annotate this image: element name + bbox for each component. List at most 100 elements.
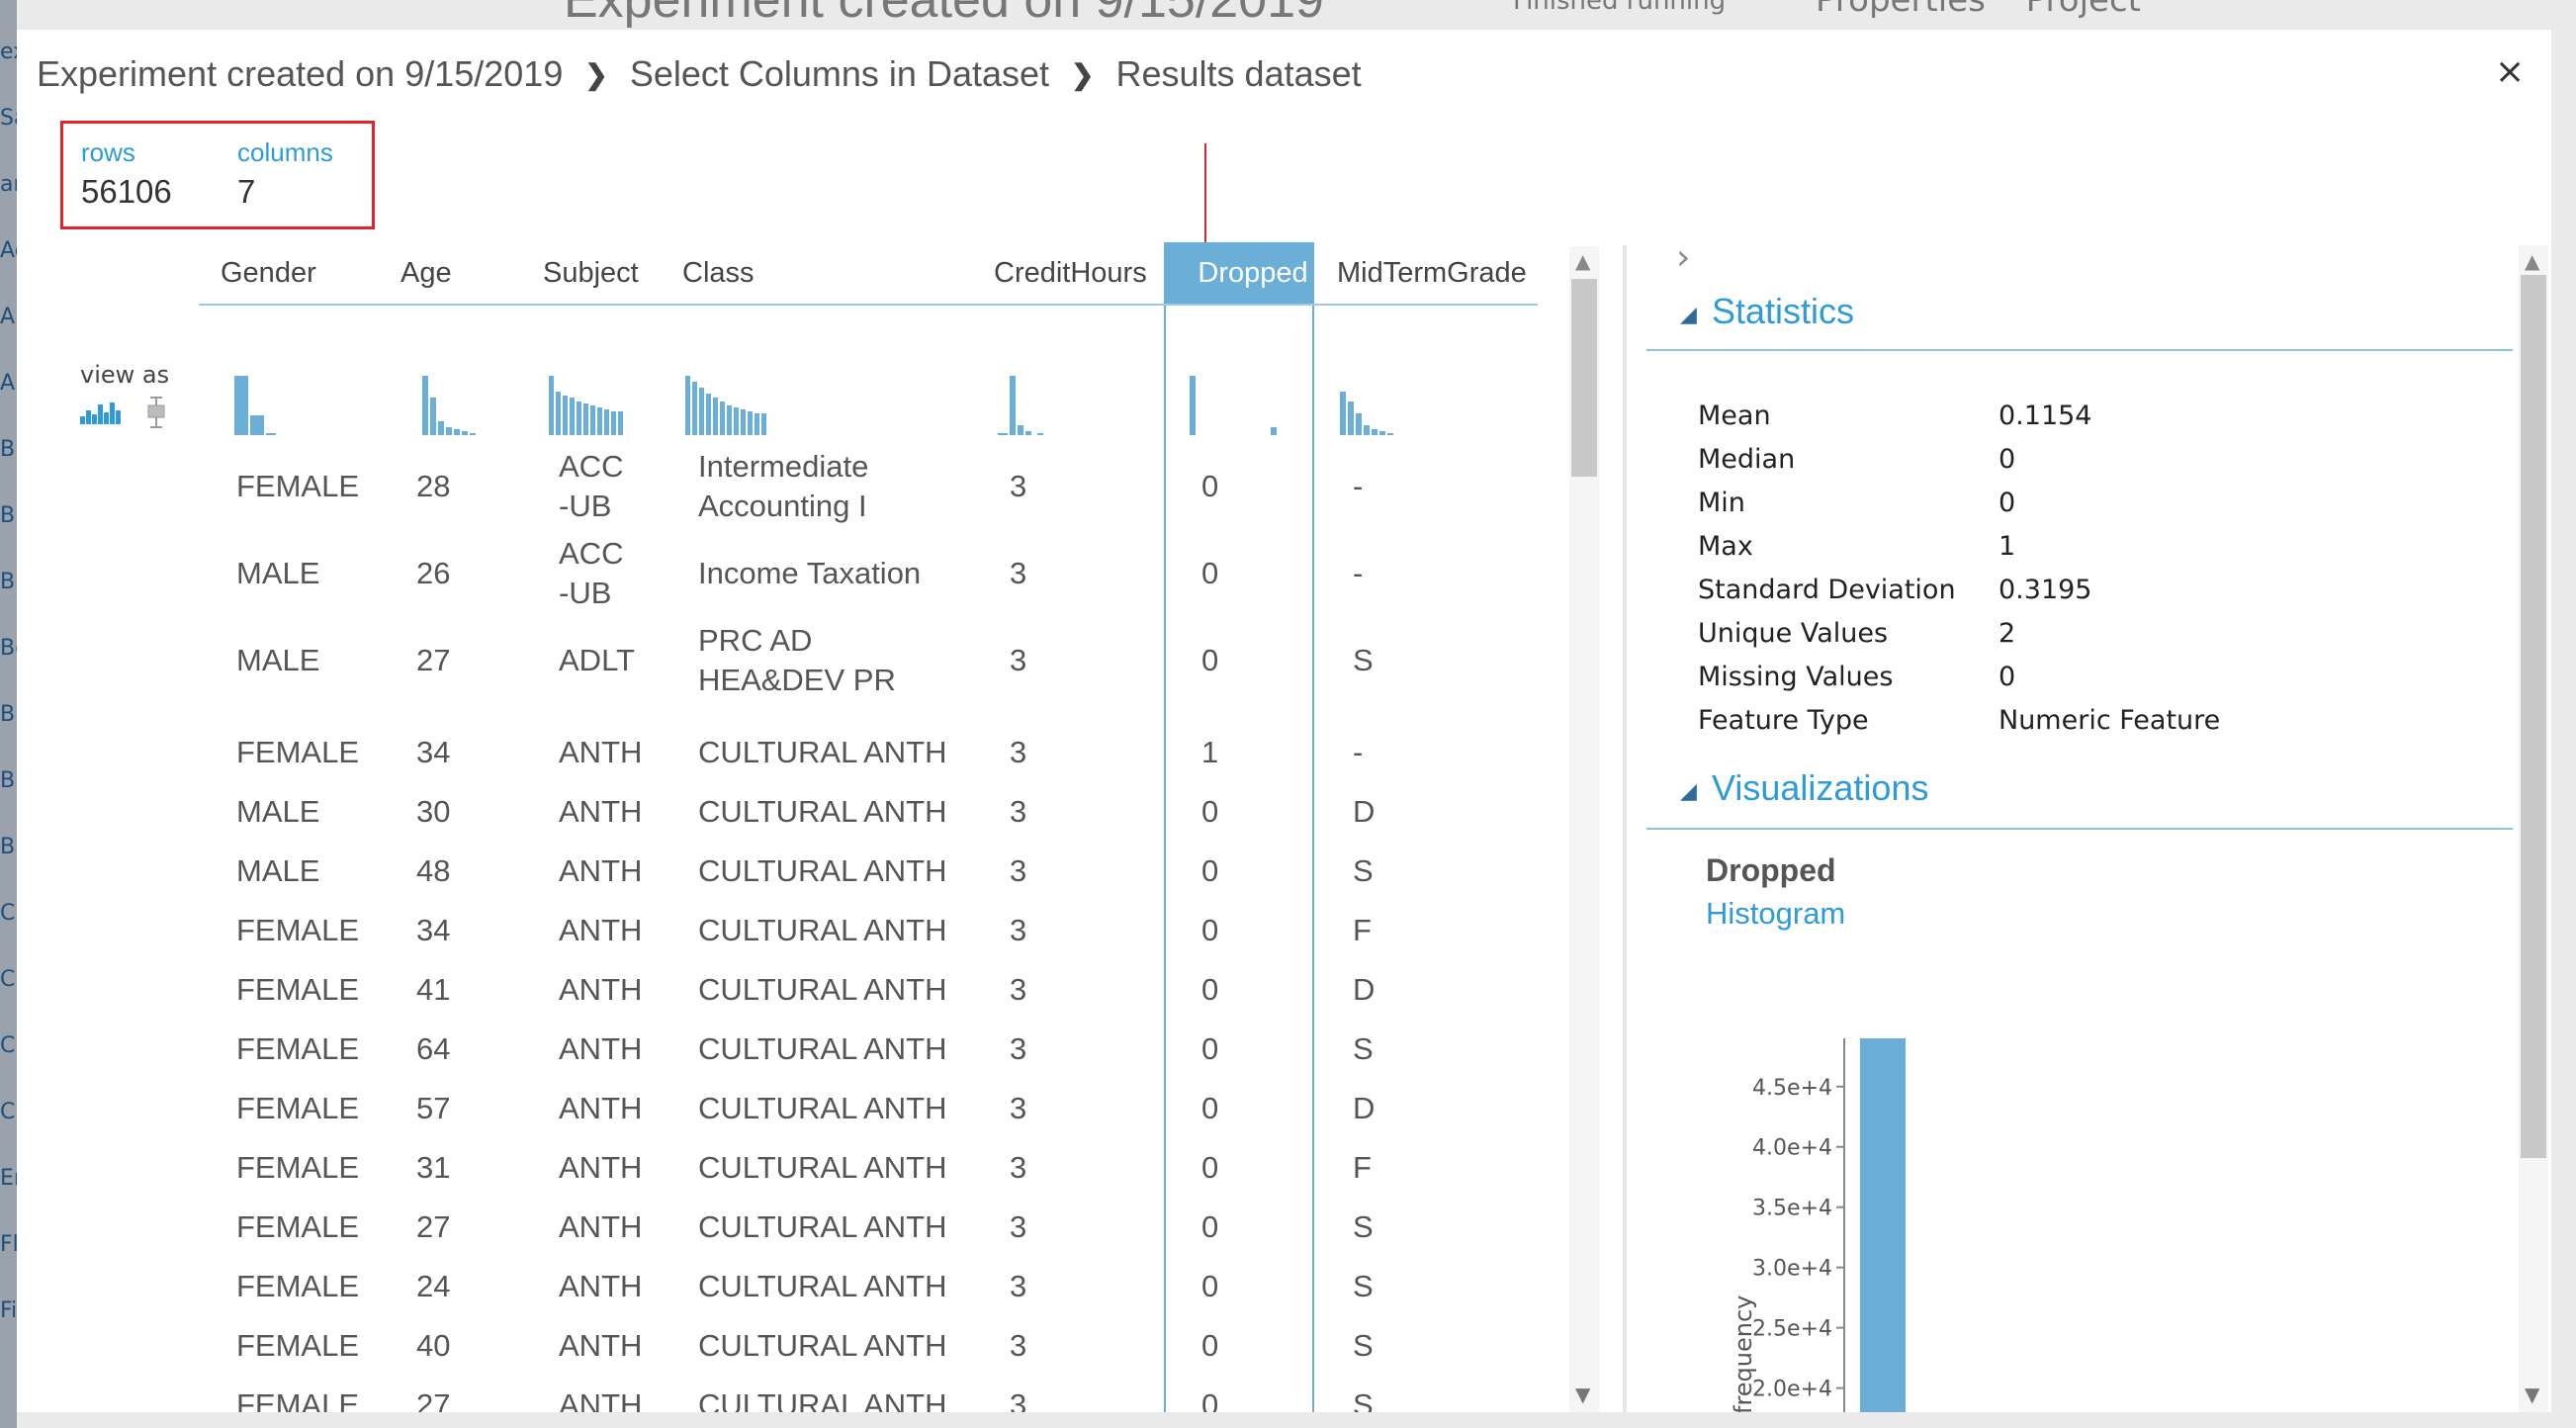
table-cell-dropped[interactable]: 0 xyxy=(1201,1267,1218,1306)
table-cell-age[interactable]: 31 xyxy=(416,1148,450,1188)
table-cell-age[interactable]: 34 xyxy=(416,733,450,772)
table-cell-midtermgrade[interactable]: F xyxy=(1353,1148,1372,1188)
table-cell-subject[interactable]: ANTH xyxy=(559,1089,642,1128)
table-cell-gender[interactable]: FEMALE xyxy=(236,1207,359,1247)
column-header-age[interactable]: Age xyxy=(400,242,452,304)
table-cell-credithours[interactable]: 3 xyxy=(1010,1029,1026,1069)
table-cell-age[interactable]: 40 xyxy=(416,1326,450,1366)
table-cell-gender[interactable]: FEMALE xyxy=(236,467,359,506)
table-cell-credithours[interactable]: 3 xyxy=(1010,911,1026,950)
table-cell-credithours[interactable]: 3 xyxy=(1010,1385,1026,1412)
column-header-dropped[interactable]: Dropped xyxy=(1184,242,1322,304)
table-cell-subject[interactable]: ANTH xyxy=(559,970,642,1010)
table-cell-class[interactable]: CULTURAL ANTH xyxy=(698,1148,946,1188)
table-cell-gender[interactable]: FEMALE xyxy=(236,1267,359,1306)
table-cell-credithours[interactable]: 3 xyxy=(1010,1089,1026,1128)
table-cell-subject[interactable]: ANTH xyxy=(559,1029,642,1069)
table-cell-credithours[interactable]: 3 xyxy=(1010,1207,1026,1247)
table-cell-age[interactable]: 48 xyxy=(416,851,450,891)
table-cell-subject[interactable]: ANTH xyxy=(559,733,642,772)
table-cell-age[interactable]: 27 xyxy=(416,1385,450,1412)
table-cell-midtermgrade[interactable]: F xyxy=(1353,911,1372,950)
table-cell-subject[interactable]: ANTH xyxy=(559,1148,642,1188)
table-cell-dropped[interactable]: 0 xyxy=(1201,641,1218,680)
table-cell-dropped[interactable]: 0 xyxy=(1201,1148,1218,1188)
table-cell-class[interactable]: CULTURAL ANTH xyxy=(698,1267,946,1306)
scroll-down-icon[interactable]: ▼ xyxy=(2525,1383,2539,1406)
mini-histogram[interactable] xyxy=(422,376,531,435)
table-cell-class[interactable]: Income Taxation xyxy=(698,554,921,593)
table-cell-subject[interactable]: ANTH xyxy=(559,911,642,950)
table-cell-credithours[interactable]: 3 xyxy=(1010,970,1026,1010)
column-header-subject[interactable]: Subject xyxy=(543,242,639,304)
table-cell-midtermgrade[interactable]: - xyxy=(1353,733,1363,772)
table-cell-credithours[interactable]: 3 xyxy=(1010,792,1026,832)
table-cell-credithours[interactable]: 3 xyxy=(1010,467,1026,506)
scroll-up-icon[interactable]: ▲ xyxy=(2525,249,2539,273)
table-cell-gender[interactable]: MALE xyxy=(236,554,319,593)
table-cell-midtermgrade[interactable]: S xyxy=(1353,1267,1374,1306)
table-cell-gender[interactable]: MALE xyxy=(236,792,319,832)
table-cell-class[interactable]: CULTURAL ANTH xyxy=(698,911,946,950)
table-cell-dropped[interactable]: 0 xyxy=(1201,851,1218,891)
table-cell-class[interactable]: PRC AD HEA&DEV PR xyxy=(698,621,965,700)
mini-histogram[interactable] xyxy=(998,376,1107,435)
collapse-triangle-icon[interactable]: ◢ xyxy=(1680,779,1697,804)
histogram-view-icon[interactable] xyxy=(80,401,124,428)
table-cell-midtermgrade[interactable]: D xyxy=(1353,970,1375,1010)
mini-histogram[interactable] xyxy=(1190,376,1298,435)
table-cell-subject[interactable]: ADLT xyxy=(559,641,635,680)
table-cell-dropped[interactable]: 0 xyxy=(1201,1385,1218,1412)
table-cell-gender[interactable]: FEMALE xyxy=(236,1148,359,1188)
table-cell-credithours[interactable]: 3 xyxy=(1010,733,1026,772)
table-cell-midtermgrade[interactable]: S xyxy=(1353,1029,1374,1069)
column-header-gender[interactable]: Gender xyxy=(221,242,316,304)
table-cell-age[interactable]: 41 xyxy=(416,970,450,1010)
table-cell-dropped[interactable]: 1 xyxy=(1201,733,1218,772)
table-cell-class[interactable]: CULTURAL ANTH xyxy=(698,970,946,1010)
table-cell-midtermgrade[interactable]: D xyxy=(1353,1089,1375,1128)
table-cell-gender[interactable]: MALE xyxy=(236,641,319,680)
breadcrumb-experiment[interactable]: Experiment created on 9/15/2019 xyxy=(37,53,563,95)
scroll-up-icon[interactable]: ▲ xyxy=(1575,249,1590,273)
scroll-down-icon[interactable]: ▼ xyxy=(1575,1383,1590,1406)
column-header-credithours[interactable]: CreditHours xyxy=(994,242,1147,304)
table-cell-credithours[interactable]: 3 xyxy=(1010,641,1026,680)
table-cell-credithours[interactable]: 3 xyxy=(1010,851,1026,891)
table-cell-subject[interactable]: ACC-UB xyxy=(559,534,630,613)
table-cell-midtermgrade[interactable]: - xyxy=(1353,467,1363,506)
table-cell-gender[interactable]: FEMALE xyxy=(236,1385,359,1412)
mini-histogram[interactable] xyxy=(549,376,658,435)
table-cell-credithours[interactable]: 3 xyxy=(1010,1267,1026,1306)
table-cell-dropped[interactable]: 0 xyxy=(1201,911,1218,950)
table-cell-dropped[interactable]: 0 xyxy=(1201,1326,1218,1366)
table-cell-subject[interactable]: ANTH xyxy=(559,1267,642,1306)
table-cell-gender[interactable]: FEMALE xyxy=(236,733,359,772)
breadcrumb-module[interactable]: Select Columns in Dataset xyxy=(630,53,1049,95)
properties-scrollbar-thumb[interactable] xyxy=(2521,275,2546,1158)
collapse-triangle-icon[interactable]: ◢ xyxy=(1680,303,1697,327)
table-cell-class[interactable]: CULTURAL ANTH xyxy=(698,1207,946,1247)
table-cell-age[interactable]: 24 xyxy=(416,1267,450,1306)
background-tab-properties[interactable]: Properties xyxy=(1816,0,1986,20)
table-cell-subject[interactable]: ANTH xyxy=(559,1385,642,1412)
table-cell-dropped[interactable]: 0 xyxy=(1201,1089,1218,1128)
table-cell-gender[interactable]: FEMALE xyxy=(236,1089,359,1128)
table-cell-midtermgrade[interactable]: S xyxy=(1353,1207,1374,1247)
table-cell-midtermgrade[interactable]: S xyxy=(1353,1385,1374,1412)
table-cell-age[interactable]: 34 xyxy=(416,911,450,950)
table-cell-credithours[interactable]: 3 xyxy=(1010,1326,1026,1366)
table-cell-age[interactable]: 57 xyxy=(416,1089,450,1128)
statistics-title[interactable]: Statistics xyxy=(1712,291,1854,332)
table-cell-class[interactable]: CULTURAL ANTH xyxy=(698,851,946,891)
table-cell-age[interactable]: 64 xyxy=(416,1029,450,1069)
table-cell-midtermgrade[interactable]: S xyxy=(1353,1326,1374,1366)
table-cell-subject[interactable]: ANTH xyxy=(559,792,642,832)
table-cell-subject[interactable]: ANTH xyxy=(559,1326,642,1366)
column-header-midtermgrade[interactable]: MidTermGrade xyxy=(1337,242,1527,304)
table-cell-subject[interactable]: ANTH xyxy=(559,851,642,891)
table-cell-age[interactable]: 30 xyxy=(416,792,450,832)
table-cell-class[interactable]: CULTURAL ANTH xyxy=(698,792,946,832)
table-cell-class[interactable]: CULTURAL ANTH xyxy=(698,1089,946,1128)
table-cell-gender[interactable]: FEMALE xyxy=(236,1326,359,1366)
